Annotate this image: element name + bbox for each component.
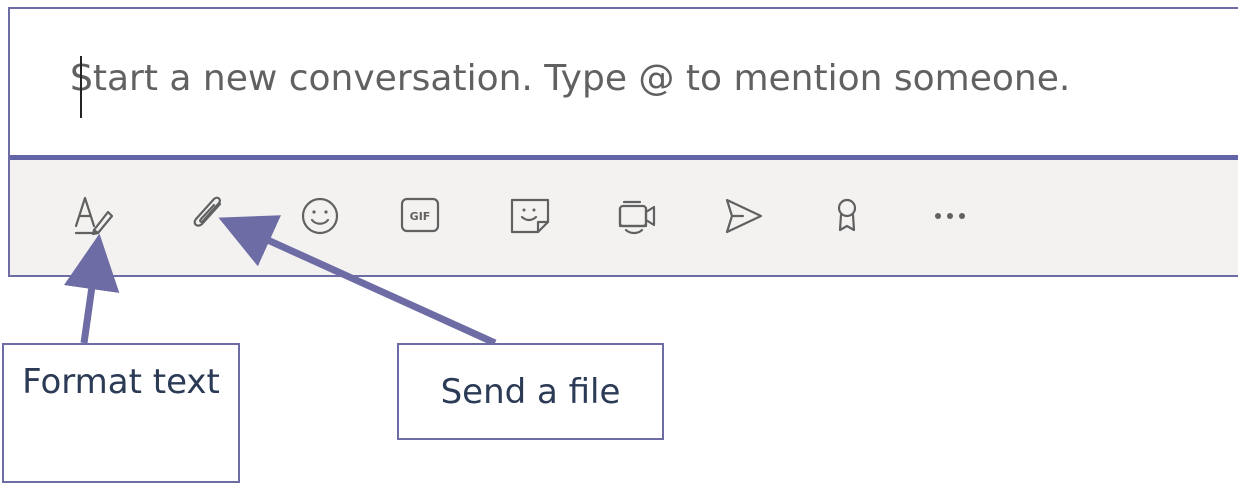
paperclip-icon	[193, 196, 222, 227]
format-text-icon	[74, 196, 114, 236]
more-options-icon	[935, 213, 965, 219]
callout-format-text-label: Format text	[22, 362, 220, 402]
sticker-icon	[510, 198, 550, 234]
sticker-button[interactable]	[500, 186, 560, 246]
gif-button[interactable]: GIF	[390, 186, 450, 246]
emoji-icon	[301, 197, 339, 235]
callout-send-file-label: Send a file	[440, 372, 621, 412]
badge-icon	[837, 198, 857, 232]
attach-file-button[interactable]	[180, 186, 240, 246]
text-caret	[80, 56, 82, 118]
compose-box: GIF	[8, 7, 1238, 277]
stream-button[interactable]	[713, 186, 773, 246]
callout-format-text: Format text	[2, 343, 240, 483]
compose-toolbar: GIF	[10, 160, 1238, 277]
stream-icon	[725, 198, 763, 234]
svg-text:GIF: GIF	[410, 210, 431, 223]
emoji-button[interactable]	[290, 186, 350, 246]
more-options-button[interactable]	[920, 186, 980, 246]
format-button[interactable]	[70, 186, 130, 246]
meet-now-button[interactable]	[608, 186, 668, 246]
praise-button[interactable]	[817, 186, 877, 246]
video-camera-icon	[618, 200, 656, 235]
message-input-area[interactable]	[10, 9, 1238, 160]
callout-send-file: Send a file	[397, 343, 664, 440]
gif-icon: GIF	[400, 197, 440, 233]
message-input[interactable]	[70, 47, 1238, 109]
